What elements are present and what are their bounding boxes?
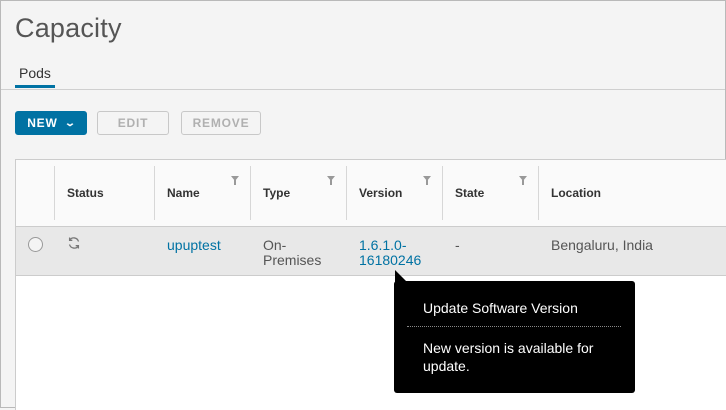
type-cell: On- Premises xyxy=(251,227,347,275)
tab-pods[interactable]: Pods xyxy=(15,59,55,88)
state-cell: - xyxy=(455,237,460,253)
column-location[interactable]: Location xyxy=(539,160,726,226)
tooltip-body: New version is available for update. xyxy=(423,340,594,374)
table-row[interactable]: upuptest On- Premises 1.6.1.0- 16180246 … xyxy=(16,227,726,276)
column-state[interactable]: State xyxy=(443,160,539,226)
tab-bar: Pods xyxy=(1,59,725,90)
column-select xyxy=(16,160,55,226)
status-cell xyxy=(55,227,155,275)
grid-header: Status Name Type Version State Location xyxy=(16,160,726,227)
filter-icon[interactable] xyxy=(423,176,431,185)
new-button[interactable]: NEW ⌄ xyxy=(15,111,87,135)
chevron-down-icon: ⌄ xyxy=(63,117,77,129)
name-cell: upuptest xyxy=(155,227,251,275)
column-state-label: State xyxy=(455,186,485,200)
version-cell: 1.6.1.0- 16180246 xyxy=(347,227,443,275)
page-title: Capacity xyxy=(15,13,122,43)
remove-button[interactable]: REMOVE xyxy=(181,111,261,135)
type-line: Premises xyxy=(263,252,322,268)
column-version[interactable]: Version xyxy=(347,160,443,226)
new-button-label: NEW xyxy=(27,116,58,130)
app-frame: Capacity Pods NEW ⌄ EDIT REMOVE Status N… xyxy=(0,0,726,410)
select-cell xyxy=(16,227,55,275)
column-name-label: Name xyxy=(167,186,200,200)
column-status-label: Status xyxy=(67,186,104,200)
version-line: 1.6.1.0- xyxy=(359,237,407,253)
sync-icon xyxy=(68,237,80,249)
tooltip-title: Update Software Version xyxy=(423,300,578,316)
location-cell: Bengaluru, India xyxy=(551,237,653,253)
column-version-label: Version xyxy=(359,186,403,200)
update-version-tooltip: Update Software Version New version is a… xyxy=(394,270,635,393)
row-radio[interactable] xyxy=(28,237,43,252)
version-line: 16180246 xyxy=(359,252,422,268)
filter-icon[interactable] xyxy=(231,176,239,185)
filter-icon[interactable] xyxy=(327,176,335,185)
type-line: On- xyxy=(263,237,287,253)
filter-icon[interactable] xyxy=(519,176,527,185)
column-name[interactable]: Name xyxy=(155,160,251,226)
column-type-label: Type xyxy=(263,186,291,200)
version-link[interactable]: 1.6.1.0- 16180246 xyxy=(359,238,443,268)
column-type[interactable]: Type xyxy=(251,160,347,226)
tooltip-divider xyxy=(407,326,621,327)
edit-button[interactable]: EDIT xyxy=(97,111,169,135)
pod-name-link[interactable]: upuptest xyxy=(167,237,221,253)
column-location-label: Location xyxy=(551,186,601,200)
column-status[interactable]: Status xyxy=(55,160,155,226)
